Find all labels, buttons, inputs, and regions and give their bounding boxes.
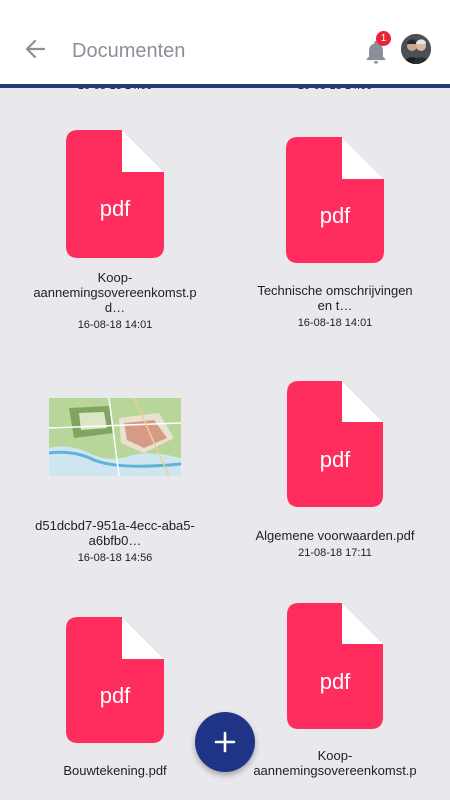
file-type-label: pdf bbox=[320, 669, 351, 694]
app-bar-divider bbox=[0, 84, 450, 88]
file-type-label: pdf bbox=[100, 683, 131, 708]
file-date: 16-08-18 14:56 bbox=[77, 552, 153, 564]
file-date: 16-08-18 14:01 bbox=[297, 317, 373, 329]
document-tile[interactable]: pdf Technische omschrijvingen en t… 16-0… bbox=[225, 137, 445, 329]
document-tile[interactable]: pdf Algemene voorwaarden.pdf 21-08-18 17… bbox=[225, 381, 445, 559]
pdf-file-icon: pdf bbox=[287, 381, 383, 507]
file-name: Bouwtekening.pdf bbox=[63, 763, 167, 778]
document-tile[interactable]: d51dcbd7-951a-4ecc-aba5- a6bfb0… 16-08-1… bbox=[5, 398, 225, 564]
add-document-button[interactable] bbox=[195, 712, 255, 772]
pdf-file-icon: pdf bbox=[66, 130, 164, 258]
page-title: Documenten bbox=[72, 40, 186, 62]
pdf-file-icon: pdf bbox=[286, 137, 384, 263]
file-name: d51dcbd7-951a-4ecc-aba5- a6bfb0… bbox=[35, 518, 195, 548]
document-tile[interactable]: pdf Bouwtekening.pdf bbox=[5, 617, 225, 778]
file-type-label: pdf bbox=[100, 196, 131, 221]
app-bar: Documenten 1 bbox=[0, 0, 450, 84]
pdf-file-icon: pdf bbox=[287, 603, 383, 729]
pdf-file-icon: pdf bbox=[66, 617, 164, 743]
file-date: 21-08-18 17:11 bbox=[298, 547, 372, 559]
file-name: Algemene voorwaarden.pdf bbox=[255, 528, 415, 543]
file-name: Koop- aannemingsovereenkomst.p bbox=[253, 748, 417, 778]
document-tile[interactable]: pdf Koop- aannemingsovereenkomst.p d… 16… bbox=[5, 130, 225, 331]
file-type-label: pdf bbox=[320, 203, 351, 228]
file-date: 16-08-18 14:01 bbox=[77, 319, 153, 331]
back-arrow-icon[interactable] bbox=[20, 34, 50, 64]
file-name: Koop- aannemingsovereenkomst.p d… bbox=[33, 270, 197, 315]
plus-icon bbox=[214, 731, 236, 753]
avatar[interactable] bbox=[401, 34, 431, 64]
file-type-label: pdf bbox=[320, 447, 351, 472]
file-name: Technische omschrijvingen en t… bbox=[257, 283, 413, 313]
notification-badge: 1 bbox=[376, 31, 391, 46]
document-tile[interactable]: pdf Koop- aannemingsovereenkomst.p bbox=[225, 603, 445, 778]
map-thumbnail-image bbox=[49, 398, 181, 476]
